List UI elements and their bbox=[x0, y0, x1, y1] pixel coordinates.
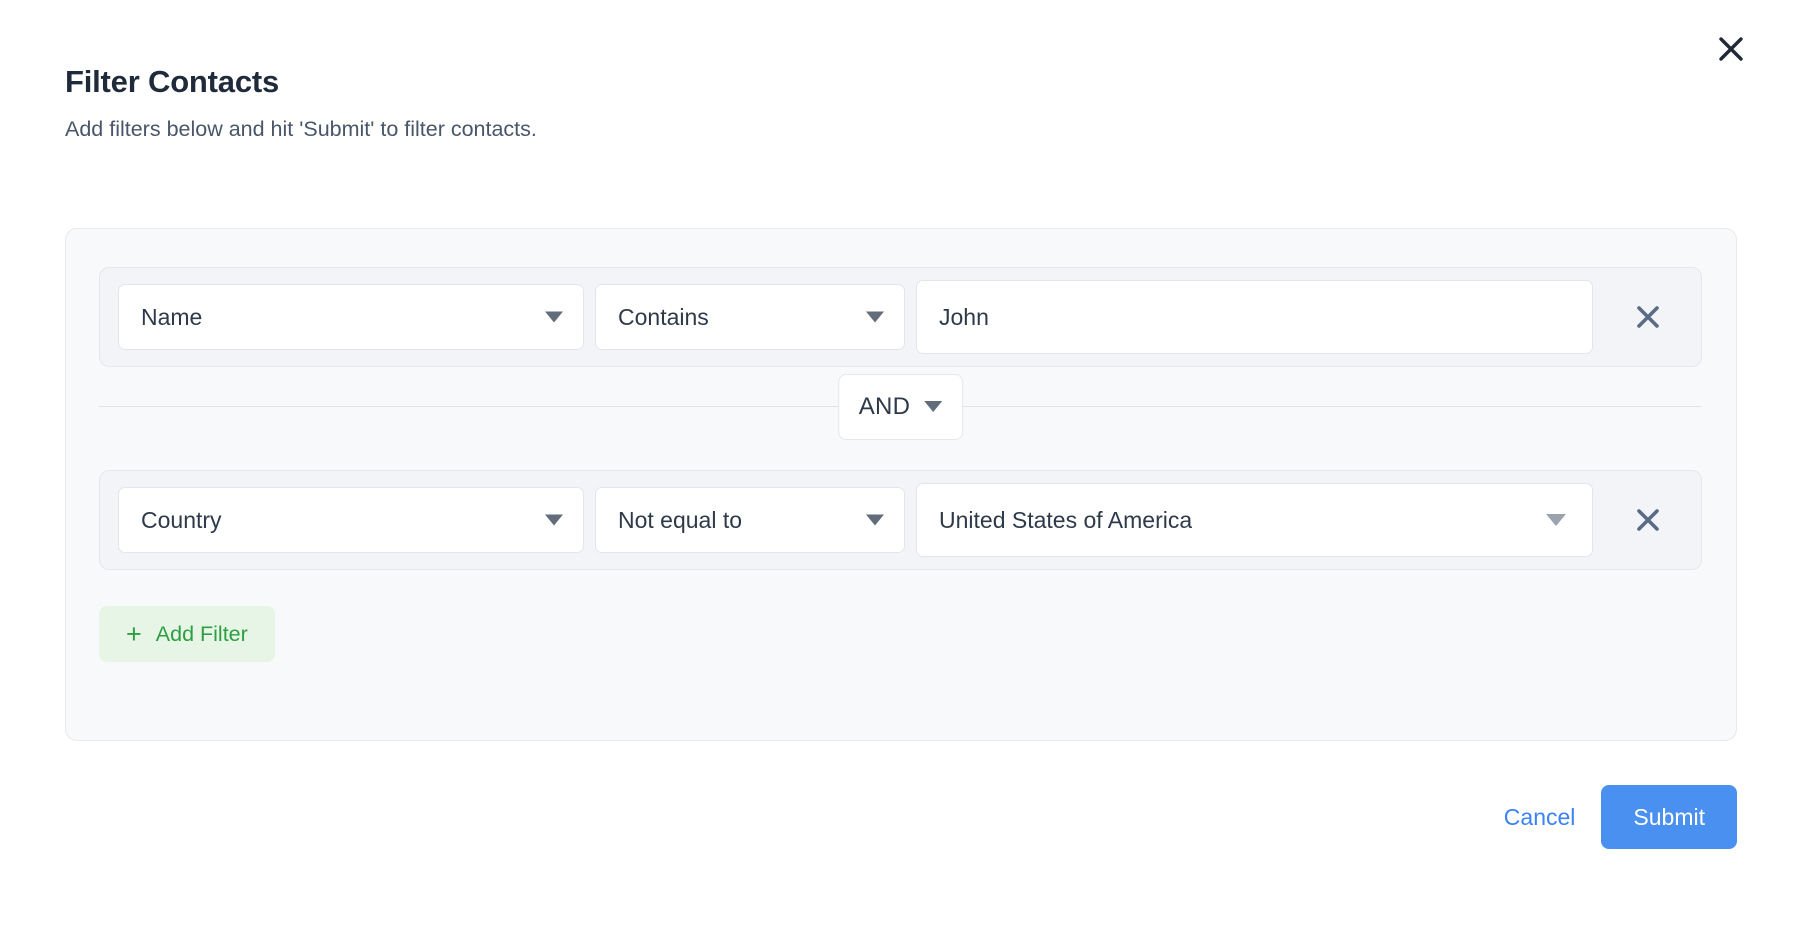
remove-filter-button[interactable] bbox=[1623, 292, 1673, 342]
dialog-footer: Cancel Submit bbox=[1504, 785, 1737, 849]
remove-filter-button[interactable] bbox=[1623, 495, 1673, 545]
filter-attribute-select[interactable]: Name bbox=[118, 284, 584, 350]
filter-connector-label: AND bbox=[858, 392, 911, 420]
chevron-down-icon bbox=[545, 311, 563, 323]
chevron-down-icon bbox=[866, 514, 884, 526]
filter-contacts-dialog: Filter Contacts Add filters below and hi… bbox=[0, 0, 1802, 950]
chevron-down-icon bbox=[1546, 514, 1566, 526]
add-filter-button[interactable]: + Add Filter bbox=[99, 606, 275, 662]
filter-attribute-select[interactable]: Country bbox=[118, 487, 584, 553]
filter-row: Name Contains John bbox=[99, 267, 1702, 367]
submit-button[interactable]: Submit bbox=[1601, 785, 1737, 849]
plus-icon: + bbox=[126, 618, 142, 649]
chevron-down-icon bbox=[545, 514, 563, 526]
filter-connector-divider: AND bbox=[99, 373, 1702, 440]
filter-row: Country Not equal to United States of Am… bbox=[99, 470, 1702, 570]
close-icon[interactable] bbox=[1708, 26, 1754, 72]
filter-operator-select[interactable]: Contains bbox=[595, 284, 905, 350]
filter-connector-select[interactable]: AND bbox=[837, 373, 964, 440]
filter-value-input[interactable]: John bbox=[916, 280, 1593, 354]
dialog-subtitle: Add filters below and hit 'Submit' to fi… bbox=[65, 116, 537, 141]
dialog-header: Filter Contacts Add filters below and hi… bbox=[65, 64, 537, 142]
filter-operator-label: Not equal to bbox=[618, 506, 743, 533]
page-title: Filter Contacts bbox=[65, 64, 280, 99]
filter-panel: Name Contains John AND Country Not equal… bbox=[65, 228, 1737, 741]
chevron-down-icon bbox=[866, 311, 884, 323]
filter-attribute-label: Country bbox=[141, 506, 222, 533]
filter-operator-label: Contains bbox=[618, 303, 709, 330]
filter-value-text: John bbox=[939, 303, 989, 330]
filter-operator-select[interactable]: Not equal to bbox=[595, 487, 905, 553]
filter-value-select[interactable]: United States of America bbox=[916, 483, 1593, 557]
cancel-button[interactable]: Cancel bbox=[1504, 804, 1576, 831]
add-filter-label: Add Filter bbox=[155, 621, 248, 646]
filter-value-text: United States of America bbox=[939, 506, 1193, 533]
filter-attribute-label: Name bbox=[141, 303, 203, 330]
chevron-down-icon bbox=[924, 401, 943, 412]
